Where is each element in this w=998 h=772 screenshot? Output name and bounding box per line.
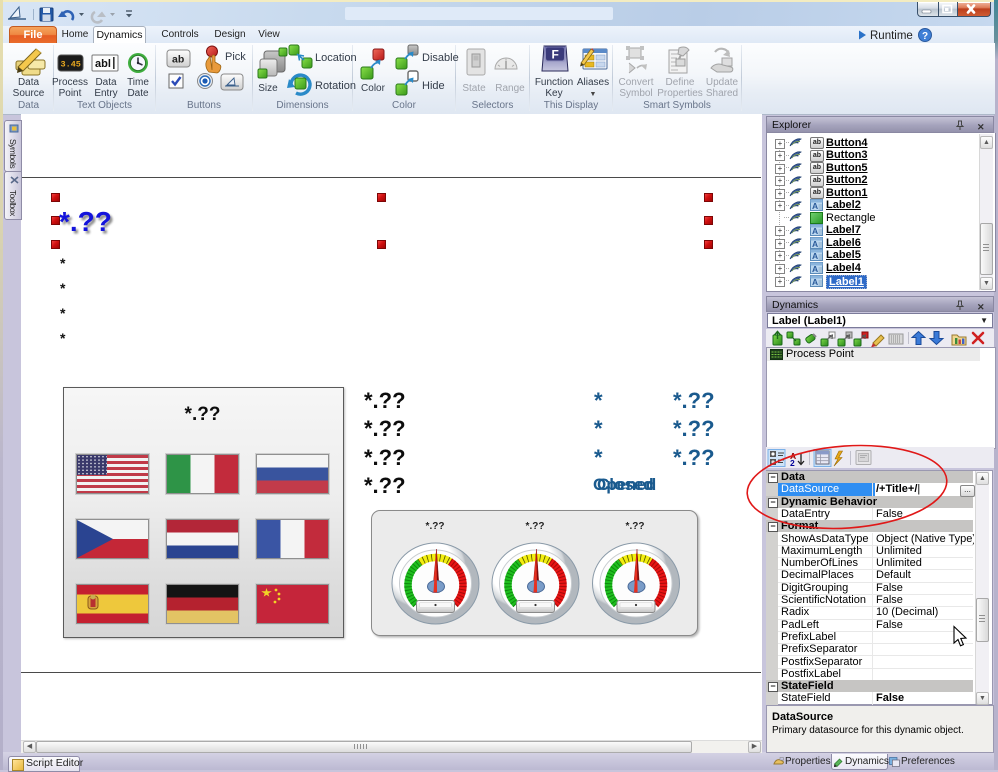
svg-text:A: A (812, 277, 818, 287)
svg-text:F: F (552, 48, 559, 62)
svg-text:?: ? (922, 31, 928, 42)
svg-text:A: A (812, 264, 818, 274)
svg-text:A: A (812, 201, 818, 211)
svg-text:A: A (812, 251, 818, 261)
svg-text:ab: ab (172, 54, 184, 66)
svg-text:3.45: 3.45 (61, 60, 81, 70)
svg-text:Hide: Hide (422, 80, 445, 92)
svg-text:Location: Location (315, 52, 357, 64)
svg-text:Pick: Pick (225, 51, 246, 63)
svg-text:2: 2 (790, 458, 795, 468)
svg-text:abl: abl (95, 58, 111, 70)
svg-text:Disable: Disable (422, 52, 459, 64)
svg-text:A: A (812, 226, 818, 236)
svg-text:A: A (812, 239, 818, 249)
svg-text:Rotation: Rotation (315, 80, 356, 92)
svg-text:Runtime: Runtime (870, 30, 913, 42)
